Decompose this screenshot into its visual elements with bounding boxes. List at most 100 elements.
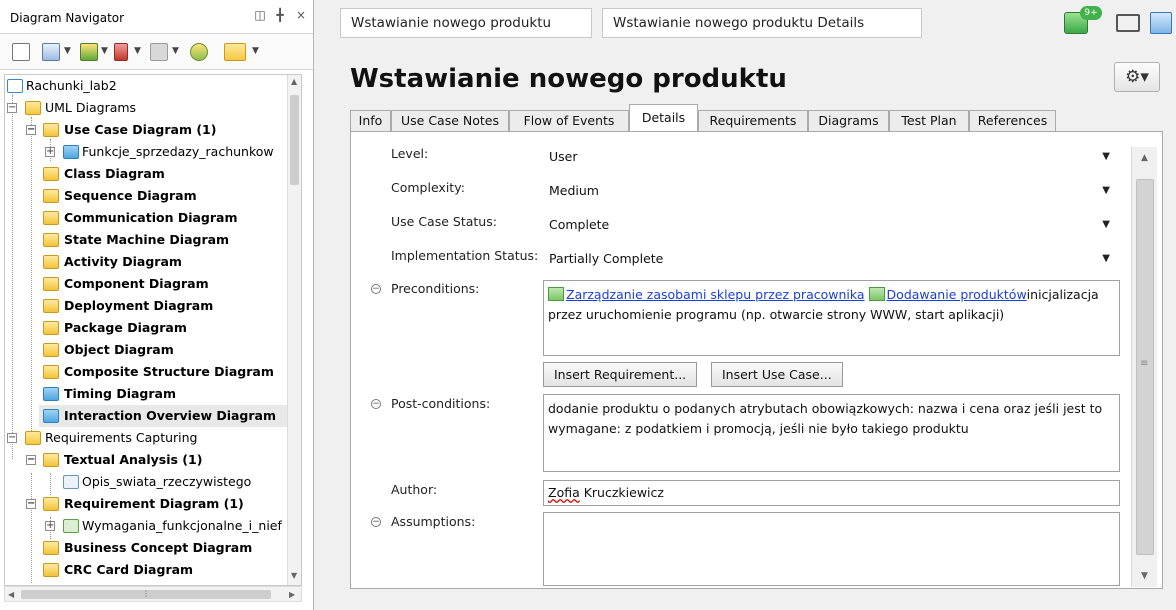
restore-icon[interactable]: ◫ [253, 8, 267, 22]
tree-item-component-diagram[interactable]: Component Diagram [5, 273, 289, 295]
chevron-down-icon[interactable]: ▼ [252, 46, 259, 56]
tab-requirements[interactable]: Requirements [698, 110, 808, 132]
folder-icon [25, 431, 41, 445]
collapse-icon[interactable]: − [26, 125, 36, 135]
precondition-text-tail: inicjalizacja [1026, 287, 1099, 302]
up-icon[interactable] [150, 43, 168, 61]
tree-item-label: Component Diagram [64, 276, 209, 291]
tab-references[interactable]: References [969, 110, 1056, 132]
diagram-tree[interactable]: Rachunki_lab2 − UML Diagrams − Use Case … [4, 74, 302, 586]
tree-item-opis-swiata[interactable]: Opis_swiata_rzeczywistego [5, 471, 289, 493]
collapse-icon[interactable]: − [371, 399, 381, 409]
author-last-name: Kruczkiewicz [579, 485, 664, 500]
expand-icon[interactable]: + [45, 147, 55, 157]
tree-item-composite-structure-diagram[interactable]: Composite Structure Diagram [5, 361, 289, 383]
folder-icon[interactable] [224, 43, 246, 61]
tab-diagrams[interactable]: Diagrams [808, 110, 889, 132]
preconditions-field[interactable]: Zarządzanie zasobami sklepu przez pracow… [543, 280, 1120, 356]
tree-item-state-machine-diagram[interactable]: State Machine Diagram [5, 229, 289, 251]
collapse-icon[interactable]: − [371, 284, 381, 294]
assumptions-field[interactable] [543, 512, 1120, 586]
tree-item-funkcje[interactable]: + Funkcje_sprzedazy_rachunkow [5, 141, 289, 163]
tab-info[interactable]: Info [350, 110, 391, 132]
window-icon[interactable] [1150, 12, 1172, 34]
tree-item-uml-diagrams[interactable]: − UML Diagrams [5, 97, 289, 119]
tree-item-crc-card-diagram[interactable]: CRC Card Diagram [5, 559, 289, 581]
chevron-down-icon[interactable]: ▼ [101, 46, 108, 56]
settings-button[interactable]: ⚙▾ [1114, 62, 1160, 92]
precondition-text-line: przez uruchomienie programu (np. otwarci… [548, 307, 1005, 322]
breadcrumb-item[interactable]: Wstawianie nowego produktu Details [602, 8, 922, 38]
tree-item-interaction-overview-diagram[interactable]: Interaction Overview Diagram [39, 405, 289, 427]
tree-item-label: Object Diagram [64, 342, 174, 357]
scroll-down-icon[interactable]: ▼ [291, 571, 297, 580]
layout-icon[interactable] [42, 43, 60, 61]
tree-item-sequence-diagram[interactable]: Sequence Diagram [5, 185, 289, 207]
complexity-select[interactable]: Medium ▼ [543, 178, 1118, 204]
tree-item-timing-diagram[interactable]: Timing Diagram [5, 383, 289, 405]
author-value: Zofia Kruczkiewicz [548, 483, 1111, 503]
scroll-right-icon[interactable]: ▶ [289, 590, 295, 599]
implementation-status-select[interactable]: Partially Complete ▼ [543, 246, 1118, 272]
use-case-status-select[interactable]: Complete ▼ [543, 212, 1118, 238]
author-field[interactable]: Zofia Kruczkiewicz [543, 480, 1120, 506]
scroll-left-icon[interactable]: ◀ [8, 590, 14, 599]
timing-diagram-icon [43, 387, 59, 401]
precondition-link[interactable]: Zarządzanie zasobami sklepu przez pracow… [566, 287, 865, 302]
tree-item-project[interactable]: Rachunki_lab2 [5, 75, 289, 97]
precondition-link[interactable]: Dodawanie produktów [887, 287, 1027, 302]
collapse-icon[interactable]: − [26, 455, 36, 465]
tree-item-deployment-diagram[interactable]: Deployment Diagram [5, 295, 289, 317]
pin-icon[interactable]: ╋ [273, 8, 287, 22]
sort-icon[interactable] [114, 43, 128, 61]
tree-item-activity-diagram[interactable]: Activity Diagram [5, 251, 289, 273]
breadcrumb-item[interactable]: Wstawianie nowego produktu [340, 8, 592, 38]
tab-use-case-notes[interactable]: Use Case Notes [391, 110, 509, 132]
chevron-down-icon[interactable]: ▼ [172, 46, 179, 56]
tab-flow-of-events[interactable]: Flow of Events [509, 110, 629, 132]
tree-horizontal-scroll-thumb[interactable]: ⋮ [21, 590, 271, 599]
tree-vertical-scroll-thumb[interactable] [290, 95, 299, 185]
use-case-status-value: Complete [549, 217, 610, 232]
postcondition-line: dodanie produktu o podanych atrybutach o… [548, 401, 1103, 416]
refresh-icon[interactable] [190, 43, 208, 61]
tree-item-communication-diagram[interactable]: Communication Diagram [5, 207, 289, 229]
new-diagram-icon[interactable] [12, 43, 30, 61]
collapse-icon[interactable]: − [7, 433, 17, 443]
chevron-down-icon[interactable]: ▼ [134, 46, 141, 56]
insert-use-case-button[interactable]: Insert Use Case... [711, 362, 843, 387]
collapse-icon[interactable]: − [26, 499, 36, 509]
tree-item-requirements-capturing[interactable]: − Requirements Capturing [5, 427, 289, 449]
navigator-toolbar: ▼ ▼ ▼ ▼ ▼ [0, 34, 313, 70]
layout-toggle-icon[interactable] [1116, 14, 1140, 32]
tree-item-package-diagram[interactable]: Package Diagram [5, 317, 289, 339]
tree-vertical-scrollbar[interactable]: ▲ ▼ [287, 75, 301, 585]
level-select[interactable]: User ▼ [543, 144, 1118, 170]
filter-icon[interactable] [80, 43, 98, 61]
tab-test-plan[interactable]: Test Plan [889, 110, 969, 132]
expand-icon[interactable]: + [45, 521, 55, 531]
deployment-diagram-icon [43, 299, 59, 313]
tab-details[interactable]: Details [629, 104, 698, 133]
tree-item-use-case-diagram[interactable]: − Use Case Diagram (1) [5, 119, 289, 141]
author-first-name: Zofia [548, 485, 580, 500]
tree-item-textual-analysis[interactable]: − Textual Analysis (1) [5, 449, 289, 471]
tree-item-label: Use Case Diagram (1) [64, 122, 217, 137]
scroll-down-icon[interactable]: ▼ [1141, 571, 1148, 581]
tree-item-wymagania[interactable]: + Wymagania_funkcjonalne_i_nief [5, 515, 289, 537]
chevron-down-icon[interactable]: ▼ [64, 46, 71, 56]
close-icon[interactable]: × [294, 8, 308, 22]
tree-item-requirement-diagram[interactable]: − Requirement Diagram (1) [5, 493, 289, 515]
tree-item-business-concept-diagram[interactable]: Business Concept Diagram [5, 537, 289, 559]
tree-item-object-diagram[interactable]: Object Diagram [5, 339, 289, 361]
collapse-icon[interactable]: − [7, 103, 17, 113]
tree-item-class-diagram[interactable]: Class Diagram [5, 163, 289, 185]
collapse-icon[interactable]: − [371, 517, 381, 527]
tree-horizontal-scrollbar[interactable]: ◀ ⋮ ▶ [4, 586, 302, 602]
postconditions-field[interactable]: dodanie produktu o podanych atrybutach o… [543, 394, 1120, 472]
details-scroll-thumb[interactable]: ≡ [1136, 179, 1154, 555]
insert-requirement-button[interactable]: Insert Requirement... [543, 362, 698, 387]
scroll-up-icon[interactable]: ▲ [291, 77, 297, 86]
scroll-up-icon[interactable]: ▲ [1141, 153, 1148, 163]
details-vertical-scrollbar[interactable]: ▲ ≡ ▼ [1131, 147, 1157, 587]
